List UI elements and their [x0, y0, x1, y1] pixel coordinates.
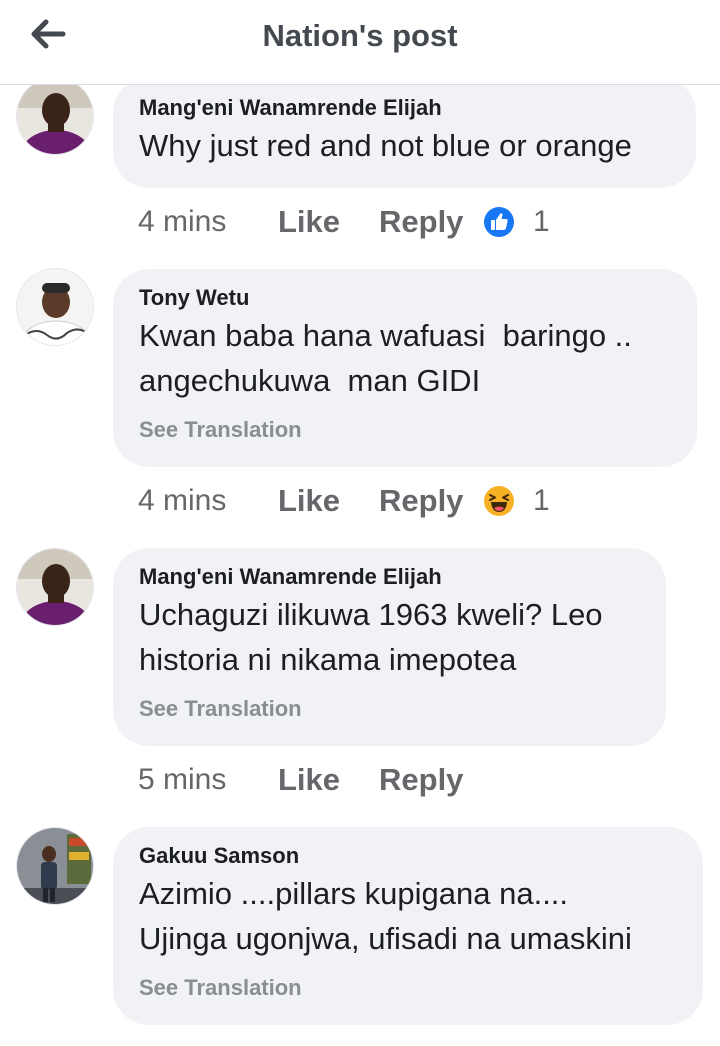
- comment-time[interactable]: 4 mins: [138, 205, 278, 239]
- reaction-summary[interactable]: 1: [483, 484, 550, 518]
- comment-time[interactable]: 4 mins: [138, 484, 278, 518]
- reply-button[interactable]: Reply: [379, 483, 483, 519]
- reaction-count: 1: [533, 484, 550, 517]
- comment-bubble: Gakuu Samson Azimio ....pillars kupigana…: [113, 827, 703, 1025]
- person-photo: [17, 828, 93, 904]
- haha-icon: [484, 486, 514, 516]
- see-translation-link[interactable]: See Translation: [139, 696, 640, 722]
- comment-text: Uchaguzi ilikuwa 1963 kweli? Leo histori…: [139, 597, 603, 677]
- comments-page: Nation's post Mang'eni Wanamrende Elijah…: [0, 0, 720, 1046]
- comment-author[interactable]: Mang'eni Wanamrende Elijah: [139, 95, 670, 121]
- like-button[interactable]: Like: [278, 762, 379, 798]
- person-photo: [17, 269, 93, 345]
- top-bar: Nation's post: [0, 0, 720, 85]
- reaction-count: 1: [533, 205, 550, 238]
- comment-time[interactable]: 5 mins: [138, 763, 278, 797]
- like-button[interactable]: Like: [278, 204, 379, 240]
- person-photo: [17, 549, 93, 625]
- comment-author[interactable]: Gakuu Samson: [139, 843, 677, 869]
- comment-actions: 4 mins Like Reply 1: [138, 481, 550, 521]
- comment-bubble: Tony Wetu Kwan baba hana wafuasi baringo…: [113, 269, 697, 467]
- comment-text: Kwan baba hana wafuasi baringo .. angech…: [139, 318, 632, 398]
- see-translation-link[interactable]: See Translation: [139, 417, 671, 443]
- see-translation-link[interactable]: See Translation: [139, 975, 677, 1001]
- reply-button[interactable]: Reply: [379, 762, 483, 798]
- like-button[interactable]: Like: [278, 483, 379, 519]
- comment-actions: 4 mins Like Reply 1: [138, 202, 550, 242]
- comment-text: Why just red and not blue or orange: [139, 128, 632, 163]
- comment-bubble: Mang'eni Wanamrende Elijah Uchaguzi ilik…: [113, 548, 666, 746]
- comment-text: Azimio ....pillars kupigana na.... Ujing…: [139, 876, 632, 956]
- comment-author[interactable]: Tony Wetu: [139, 285, 671, 311]
- like-icon: [484, 207, 514, 237]
- avatar[interactable]: [16, 77, 94, 155]
- person-photo: [17, 78, 93, 154]
- avatar[interactable]: [16, 268, 94, 346]
- reaction-summary[interactable]: 1: [483, 205, 550, 239]
- avatar[interactable]: [16, 827, 94, 905]
- reply-button[interactable]: Reply: [379, 204, 483, 240]
- page-title: Nation's post: [262, 18, 458, 53]
- avatar[interactable]: [16, 548, 94, 626]
- comment-actions: 5 mins Like Reply: [138, 760, 483, 800]
- comment-bubble: Mang'eni Wanamrende Elijah Why just red …: [113, 77, 696, 188]
- comment-author[interactable]: Mang'eni Wanamrende Elijah: [139, 564, 640, 590]
